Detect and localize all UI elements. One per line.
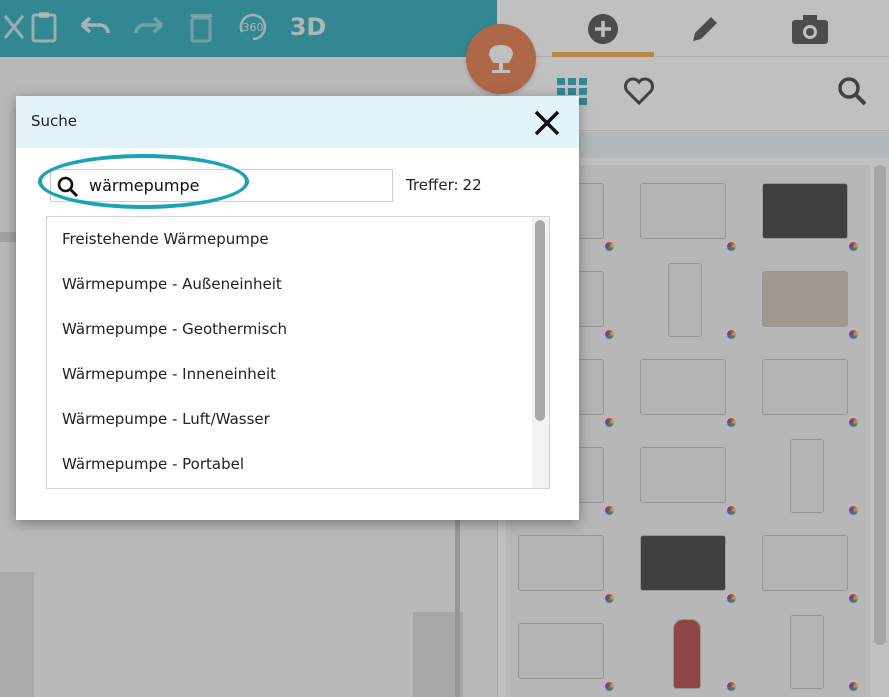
list-item[interactable]: Freistehende Wärmepumpe: [47, 217, 531, 262]
results-scrollbar-thumb[interactable]: [535, 220, 545, 421]
list-item[interactable]: Wärmepumpe - Geothermisch: [47, 307, 531, 352]
close-button[interactable]: [530, 106, 564, 140]
search-icon: [57, 176, 79, 202]
list-item[interactable]: Wärmepumpe - Außeneinheit: [47, 262, 531, 307]
close-icon: [534, 110, 560, 136]
result-count-value: 22: [462, 176, 482, 194]
dialog-header: Suche: [16, 96, 579, 148]
result-count: Treffer: 22: [406, 176, 482, 194]
list-item[interactable]: Wärmepumpe - Inneneinheit: [47, 352, 531, 397]
results-list: Freistehende Wärmepumpe Wärmepumpe - Auß…: [46, 216, 550, 489]
result-count-label: Treffer:: [406, 176, 459, 194]
dialog-title: Suche: [31, 112, 78, 130]
list-item[interactable]: Wärmepumpe - Portabel: [47, 442, 531, 487]
list-item[interactable]: Wärmepumpe - Luft/Wasser: [47, 397, 531, 442]
search-input[interactable]: [89, 172, 379, 199]
search-field[interactable]: [50, 169, 393, 202]
search-dialog: Suche Treffer:22 Freistehende Wärmepumpe…: [16, 96, 579, 520]
